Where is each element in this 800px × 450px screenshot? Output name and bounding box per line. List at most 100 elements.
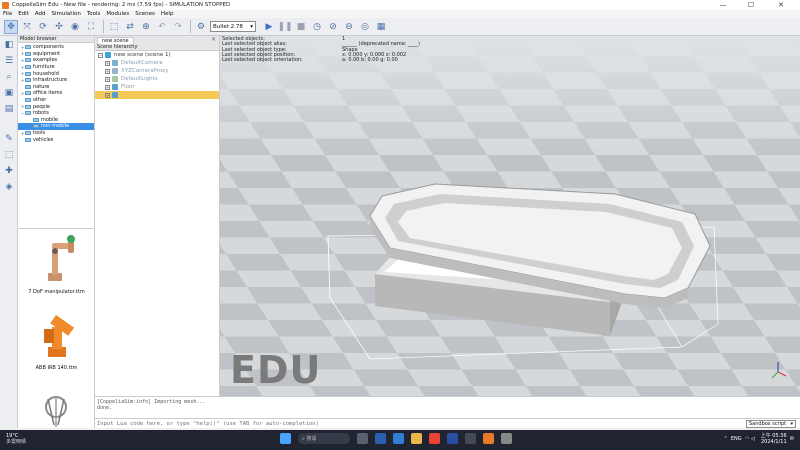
physics-engine-select[interactable]: Bullet 2.78 ▾ bbox=[210, 21, 256, 32]
menu-add[interactable]: Add bbox=[35, 11, 46, 17]
threaded-icon[interactable]: ⊖ bbox=[342, 20, 356, 34]
model-tree-item[interactable]: + tools bbox=[18, 130, 94, 137]
fit-icon[interactable]: ⛶ bbox=[84, 20, 98, 34]
scene-tree-item[interactable]: + DefaultLights bbox=[95, 75, 219, 83]
pause-icon[interactable]: ❚❚ bbox=[277, 20, 292, 34]
move-icon[interactable]: ✣ bbox=[52, 20, 66, 34]
zoom-icon[interactable]: ⌕ bbox=[2, 70, 16, 83]
delta-thumbnail[interactable] bbox=[45, 396, 67, 427]
layers-panel-icon[interactable]: ▤ bbox=[2, 102, 16, 115]
undo-icon[interactable]: ↶ bbox=[155, 20, 169, 34]
settings-icon[interactable]: ⚙ bbox=[194, 20, 208, 34]
shift-icon[interactable]: ⇄ bbox=[123, 20, 137, 34]
orient-icon[interactable]: ⊕ bbox=[139, 20, 153, 34]
close-button[interactable]: ✕ bbox=[770, 0, 792, 10]
hierarchy-toggle-icon[interactable]: ☰ bbox=[2, 54, 16, 67]
menu-edit[interactable]: Edit bbox=[18, 11, 29, 17]
3d-viewport[interactable]: Selected objects: 1 Last selected object a… bbox=[220, 36, 800, 396]
abb-thumbnail[interactable] bbox=[44, 315, 75, 357]
properties-icon[interactable]: ◈ bbox=[2, 180, 16, 193]
model-tree-item[interactable]: + household bbox=[18, 70, 94, 77]
stop-icon[interactable]: ■ bbox=[294, 20, 308, 34]
speed-icon[interactable]: ⊘ bbox=[326, 20, 340, 34]
clock[interactable]: 上午 05:36 2024/1/11 bbox=[761, 433, 787, 445]
close-icon[interactable]: × bbox=[211, 36, 216, 43]
notification-icon[interactable]: ✉ bbox=[787, 436, 794, 442]
store-icon[interactable] bbox=[393, 433, 404, 444]
model-tree-item[interactable]: + people bbox=[18, 103, 94, 110]
model-tree-item[interactable]: nature bbox=[18, 84, 94, 91]
lua-command-input[interactable] bbox=[95, 419, 746, 428]
visualize-icon[interactable]: ◎ bbox=[358, 20, 372, 34]
redo-icon[interactable]: ↷ bbox=[171, 20, 185, 34]
language-indicator[interactable]: ENG bbox=[731, 436, 742, 442]
model-tree-item[interactable]: − robots bbox=[18, 110, 94, 117]
app2-icon[interactable] bbox=[447, 433, 458, 444]
layers-icon[interactable]: ▦ bbox=[374, 20, 388, 34]
maximize-button[interactable]: ☐ bbox=[740, 0, 762, 10]
model-tree-item[interactable]: + furniture bbox=[18, 64, 94, 71]
toolbar-separator bbox=[103, 20, 104, 33]
camera-icon[interactable]: ◉ bbox=[68, 20, 82, 34]
model-browser-toggle-icon[interactable]: ◧ bbox=[2, 38, 16, 51]
model-tree-item[interactable]: + components bbox=[18, 44, 94, 51]
scene-tree-item[interactable]: + XYZCameraProxy bbox=[95, 67, 219, 75]
folder-icon[interactable] bbox=[411, 433, 422, 444]
collapse-icon[interactable]: + bbox=[105, 68, 110, 74]
object-icon[interactable]: ⬚ bbox=[107, 20, 121, 34]
select-icon[interactable]: ✥ bbox=[4, 19, 18, 34]
object-type-icon bbox=[112, 76, 118, 82]
minimize-button[interactable]: — bbox=[712, 0, 734, 10]
menu-simulation[interactable]: Simulation bbox=[52, 11, 81, 17]
collapse-icon[interactable]: + bbox=[105, 92, 110, 98]
translate-icon[interactable]: ⤧ bbox=[20, 20, 34, 34]
script-icon[interactable]: ✎ bbox=[2, 132, 16, 145]
taskbar-search[interactable]: ⌕ 搜尋 bbox=[298, 433, 350, 444]
wifi-icon[interactable]: ◠ bbox=[742, 436, 749, 442]
collapse-icon[interactable]: − bbox=[98, 52, 103, 58]
scene-tree-item[interactable]: + Floor bbox=[95, 83, 219, 91]
terminal-icon[interactable] bbox=[465, 433, 476, 444]
collapse-icon[interactable]: + bbox=[105, 60, 110, 66]
scene-tree-item[interactable]: − new scene (scene 1) bbox=[95, 51, 219, 59]
play-icon[interactable]: ▶ bbox=[262, 20, 276, 34]
start-icon[interactable] bbox=[280, 433, 291, 444]
task-view-icon[interactable] bbox=[357, 433, 368, 444]
speaker-icon[interactable]: ◁ bbox=[749, 436, 755, 442]
menu-help[interactable]: Help bbox=[161, 11, 174, 17]
model-tree-item[interactable]: + infrastructure bbox=[18, 77, 94, 84]
menu-modules[interactable]: Modules bbox=[106, 11, 129, 17]
thumbnail-art bbox=[44, 235, 75, 427]
model-tree-item[interactable]: other bbox=[18, 97, 94, 104]
menu-file[interactable]: File bbox=[3, 11, 12, 17]
scene-tree-item[interactable]: + DefaultCamera bbox=[95, 59, 219, 67]
chevron-up-icon[interactable]: ⌃ bbox=[723, 436, 730, 442]
model-tree-item[interactable]: mobile bbox=[18, 117, 94, 124]
app-icon[interactable] bbox=[375, 433, 386, 444]
chrome-icon[interactable] bbox=[429, 433, 440, 444]
settings-taskbar-icon[interactable] bbox=[501, 433, 512, 444]
rotate-icon[interactable]: ⟳ bbox=[36, 20, 50, 34]
tab-new-scene[interactable]: new scene bbox=[97, 37, 134, 44]
collapse-icon[interactable]: + bbox=[105, 76, 110, 82]
script-select[interactable]: Sandbox script ▾ bbox=[746, 419, 796, 428]
model-tree-item[interactable]: + equipment bbox=[18, 51, 94, 58]
model-tree-item[interactable]: non-mobile bbox=[18, 123, 94, 130]
menu-scenes[interactable]: Scenes bbox=[135, 11, 155, 17]
object-type-icon bbox=[105, 52, 111, 58]
tools-icon[interactable]: ✚ bbox=[2, 164, 16, 177]
coppeliasim-taskbar-icon[interactable] bbox=[483, 433, 494, 444]
selection-icon[interactable]: ⬚ bbox=[2, 148, 16, 161]
edu-watermark: EDU bbox=[230, 348, 322, 392]
scene-tree-item[interactable]: + bbox=[95, 91, 219, 99]
model-tree-label: tools bbox=[33, 130, 46, 137]
manipulator-thumbnail[interactable] bbox=[48, 235, 75, 281]
collapse-icon[interactable]: + bbox=[105, 84, 110, 90]
model-tree-item[interactable]: + office items bbox=[18, 90, 94, 97]
realtime-icon[interactable]: ◷ bbox=[310, 20, 324, 34]
model-tree-item[interactable]: vehicles bbox=[18, 136, 94, 143]
weather-widget[interactable]: 19°C 多雲時晴 bbox=[6, 433, 26, 445]
menu-tools[interactable]: Tools bbox=[87, 11, 101, 17]
model-tree-item[interactable]: + examples bbox=[18, 57, 94, 64]
page-icon[interactable]: ▣ bbox=[2, 86, 16, 99]
